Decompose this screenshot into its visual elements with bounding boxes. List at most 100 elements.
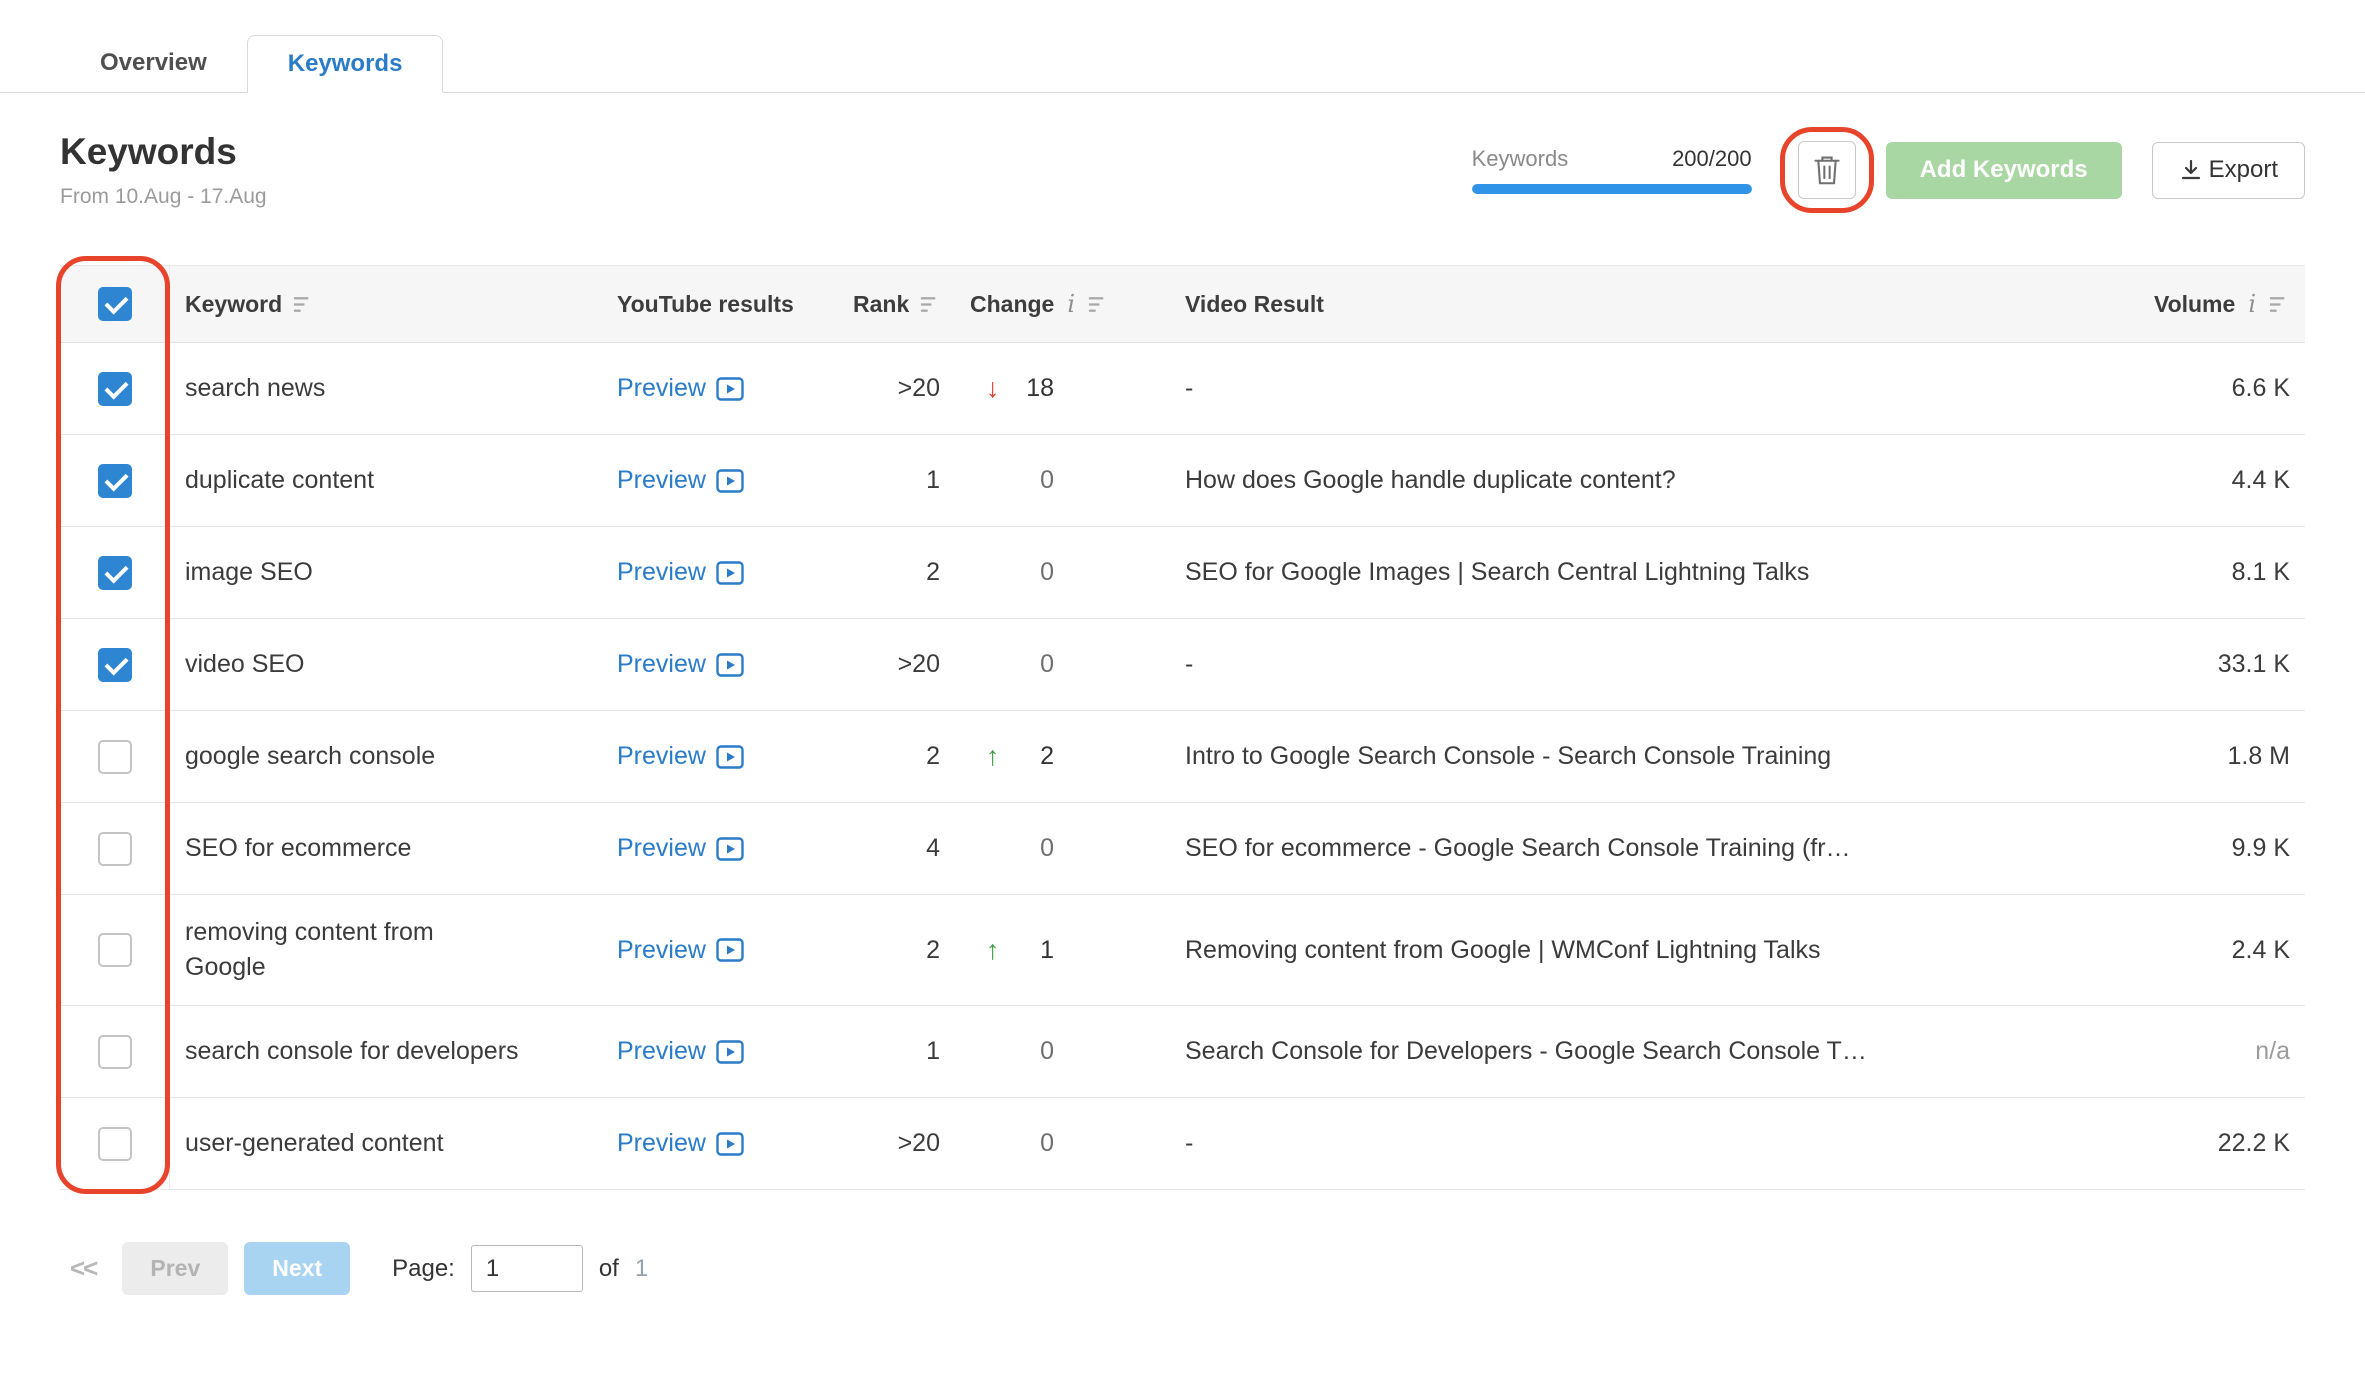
keywords-counter: Keywords 200/200 [1471,146,1752,194]
row-checkbox-cell [60,619,170,710]
change-cell: ↑ 2 [970,741,1185,772]
keyword-cell: search console for developers [185,1037,519,1065]
rank-cell: >20 [897,1129,940,1157]
keyword-cell: removing content from Google [185,918,434,981]
delete-keywords-button[interactable] [1797,141,1856,199]
row-checkbox[interactable] [97,831,132,866]
video-result-cell: Search Console for Developers - Google S… [1185,1037,1867,1065]
preview-link[interactable]: Preview [617,1037,744,1066]
video-result-cell: Intro to Google Search Console - Search … [1185,742,1832,770]
video-preview-icon [716,1131,744,1156]
row-checkbox[interactable] [97,739,132,774]
video-result-cell: SEO for Google Images | Search Central L… [1185,558,1810,586]
table-row: user-generated content Preview >20 0 - 2… [60,1098,2305,1190]
keywords-table: Keyword YouTube results Rank Change i Vi… [56,256,2305,1194]
add-keywords-button[interactable]: Add Keywords [1885,141,2122,199]
header-controls: Keywords 200/200 Add Keywords Export [1471,127,2305,213]
video-preview-icon [716,468,744,493]
video-preview-icon [716,376,744,401]
keyword-cell: image SEO [185,558,313,586]
select-all-checkbox[interactable] [97,287,132,321]
youtube-results-cell: Preview [605,936,835,965]
row-checkbox-cell [60,1006,170,1097]
delete-keywords-wrap [1779,127,1874,213]
video-result-cell: How does Google handle duplicate content… [1185,466,1676,494]
volume-cell: 6.6 K [2231,374,2290,402]
row-checkbox-cell [60,435,170,526]
keyword-cell: duplicate content [185,466,375,494]
preview-link[interactable]: Preview [617,650,744,679]
page-input[interactable] [470,1245,583,1292]
rank-cell: >20 [897,650,940,678]
volume-cell: 2.4 K [2231,935,2290,964]
table-row: SEO for ecommerce Preview 4 0 SEO for ec… [60,803,2305,895]
row-checkbox-cell [60,803,170,894]
sort-icon[interactable] [920,295,941,314]
video-preview-icon [716,938,744,962]
change-value: 0 [1040,1129,1054,1157]
table-row: duplicate content Preview 1 0 How does G… [60,435,2305,527]
youtube-results-cell: Preview [605,1129,835,1158]
preview-link[interactable]: Preview [617,558,744,587]
row-checkbox[interactable] [97,1034,132,1069]
preview-link-label: Preview [617,558,706,586]
change-cell: 0 [970,834,1185,863]
preview-link-label: Preview [617,1129,706,1157]
change-value: 18 [1026,374,1054,402]
tab-overview[interactable]: Overview [60,35,247,93]
export-button[interactable]: Export [2151,141,2305,199]
row-checkbox[interactable] [97,933,132,967]
preview-link[interactable]: Preview [617,834,744,863]
table-body: search news Preview >20 ↓ 18 - 6.6 K dup… [60,343,2305,1190]
video-result-cell: - [1185,374,1194,402]
first-page-button[interactable]: << [60,1253,106,1284]
next-page-button[interactable]: Next [244,1242,351,1295]
download-icon [2181,159,2200,180]
change-value: 0 [1040,558,1054,586]
preview-link-label: Preview [617,374,706,402]
table-row: image SEO Preview 2 0 SEO for Google Ima… [60,527,2305,619]
change-value: 1 [1040,935,1054,964]
change-cell: 0 [970,1037,1185,1066]
column-header-rank: Rank [835,291,970,318]
table-row: search news Preview >20 ↓ 18 - 6.6 K [60,343,2305,435]
row-checkbox[interactable] [97,555,132,590]
sort-icon[interactable] [1088,295,1109,314]
sort-icon[interactable] [2269,295,2290,314]
video-preview-icon [716,744,744,769]
row-checkbox[interactable] [97,1126,132,1161]
row-checkbox[interactable] [97,463,132,498]
page-header: Keywords From 10.Aug - 17.Aug Keywords 2… [60,127,2305,213]
change-arrow-icon: ↑ [986,741,1000,771]
row-checkbox[interactable] [97,371,132,406]
video-result-cell: - [1185,1129,1194,1157]
table-row: search console for developers Preview 1 … [60,1006,2305,1098]
video-preview-icon [716,836,744,861]
tab-keywords[interactable]: Keywords [246,35,444,93]
change-cell: 0 [970,558,1185,587]
rank-cell: 1 [926,1037,940,1065]
change-cell: ↑ 1 [970,935,1185,966]
change-value: 0 [1040,466,1054,494]
info-icon[interactable]: i [2246,290,2258,318]
column-header-video-result: Video Result [1185,290,1324,317]
rank-cell: 2 [926,935,940,964]
sort-icon[interactable] [293,295,314,314]
preview-link[interactable]: Preview [617,374,744,403]
keywords-counter-value: 200/200 [1672,146,1752,171]
total-pages: 1 [634,1254,649,1282]
info-icon[interactable]: i [1065,290,1077,318]
preview-link[interactable]: Preview [617,1129,744,1158]
preview-link[interactable]: Preview [617,936,744,965]
rank-cell: 2 [926,558,940,586]
prev-page-button[interactable]: Prev [122,1242,229,1295]
rank-cell: 2 [926,742,940,770]
column-header-change: Change i [970,290,1185,318]
row-checkbox-cell [60,343,170,434]
row-checkbox[interactable] [97,647,132,682]
video-result-cell: SEO for ecommerce - Google Search Consol… [1185,834,1851,862]
page-label: Page: [392,1254,455,1282]
row-checkbox-cell [60,895,170,1005]
preview-link[interactable]: Preview [617,742,744,771]
preview-link[interactable]: Preview [617,466,744,495]
